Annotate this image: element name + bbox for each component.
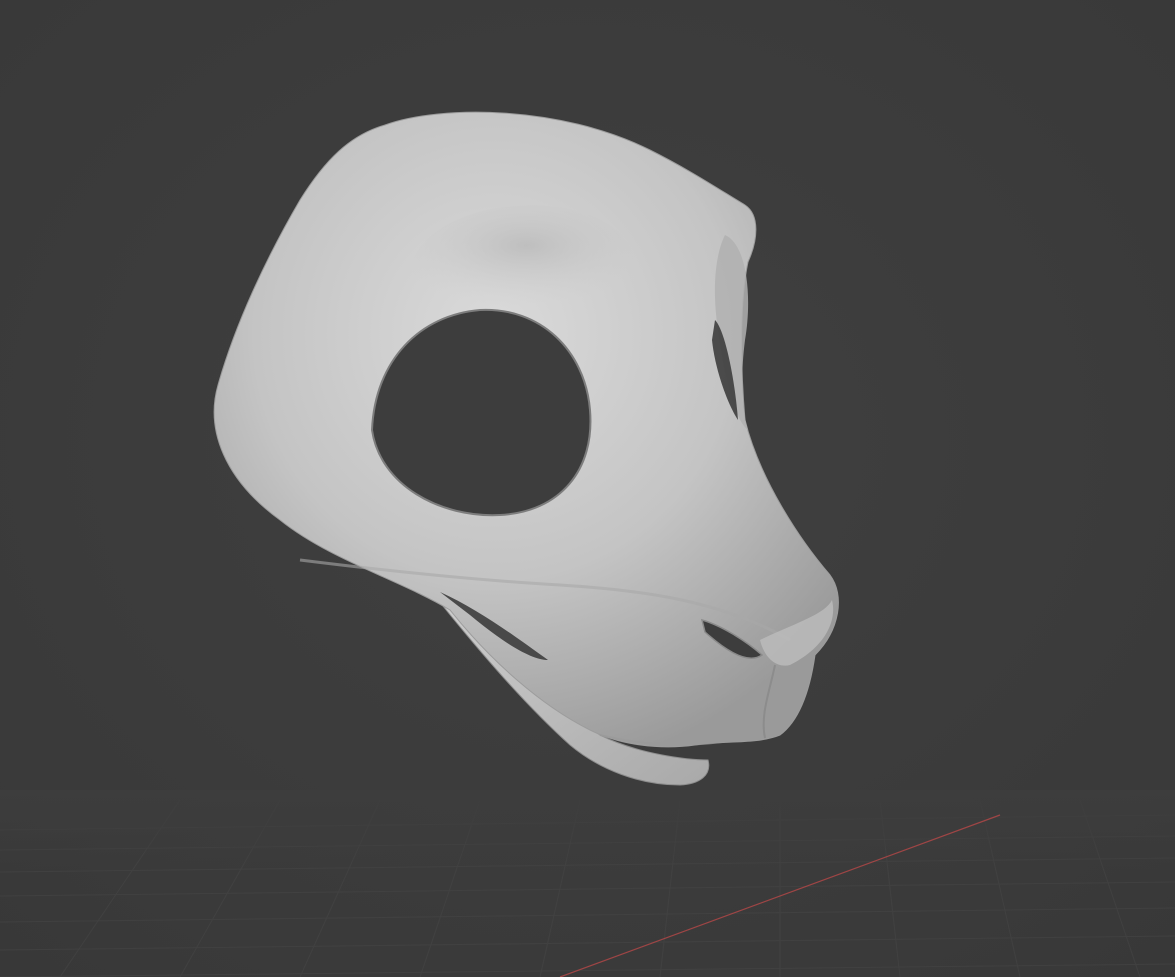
3d-viewport[interactable]	[0, 0, 1175, 977]
viewport-canvas[interactable]	[0, 0, 1175, 977]
floor-fade	[0, 790, 1175, 870]
